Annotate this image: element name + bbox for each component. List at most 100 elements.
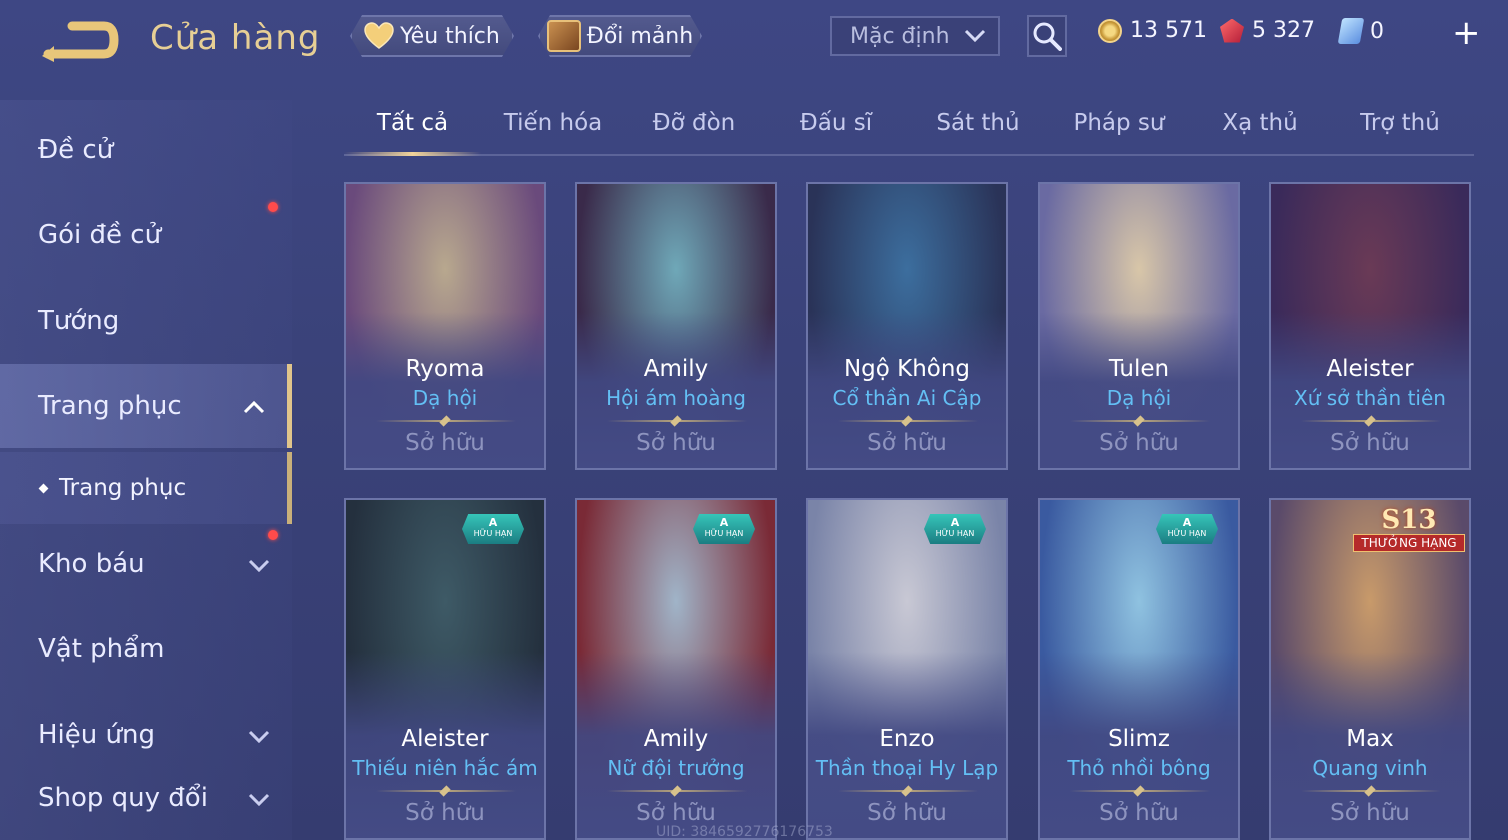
sidebar-item-label: Tướng <box>38 306 120 336</box>
hero-name: Amily <box>643 356 709 382</box>
skin-name: Nữ đội trưởng <box>607 756 745 780</box>
card-divider <box>1301 420 1441 422</box>
sidebar-item-recommended-packs[interactable]: Gói đề cử <box>0 193 292 277</box>
card-divider <box>1070 420 1210 422</box>
card-divider <box>1301 790 1441 792</box>
sidebar-item-label: Kho báu <box>38 549 145 579</box>
owned-status: Sở hữu <box>1330 430 1410 456</box>
skin-name: Cổ thần Ai Cập <box>832 386 982 410</box>
hero-name: Aleister <box>1326 356 1414 382</box>
sidebar-item-label: Shop quy đổi <box>38 783 208 813</box>
skin-card[interactable]: Aleister Xứ sở thần tiên Sở hữu <box>1269 182 1471 470</box>
heart-icon <box>364 22 394 50</box>
owned-status: Sở hữu <box>636 800 716 826</box>
card-divider <box>376 790 516 792</box>
sidebar-item-label: Trang phục <box>38 391 182 421</box>
back-arrow-icon[interactable] <box>38 16 120 64</box>
skin-card[interactable]: Slimz Thỏ nhồi bông Sở hữu A HỮU HẠN <box>1038 498 1240 840</box>
owned-status: Sở hữu <box>405 800 485 826</box>
hero-name: Slimz <box>1108 726 1170 752</box>
skin-card[interactable]: Amily Nữ đội trưởng Sở hữu A HỮU HẠN <box>575 498 777 840</box>
skin-card[interactable]: Tulen Dạ hội Sở hữu <box>1038 182 1240 470</box>
skin-name: Hội ám hoàng <box>606 386 746 410</box>
tab-all[interactable]: Tất cả <box>344 110 481 154</box>
owned-status: Sở hữu <box>867 430 947 456</box>
page-title: Cửa hàng <box>150 18 321 58</box>
tab-fighter[interactable]: Đấu sĩ <box>768 110 904 154</box>
ticket-icon <box>1337 18 1365 44</box>
sidebar-item-treasure[interactable]: Kho báu <box>0 522 292 606</box>
owned-status: Sở hữu <box>867 800 947 826</box>
ruby-currency: 5 327 <box>1220 18 1315 43</box>
owned-status: Sở hữu <box>1099 430 1179 456</box>
sidebar-item-items[interactable]: Vật phẩm <box>0 607 292 691</box>
skin-name: Thiếu niên hắc ám <box>352 756 538 780</box>
sidebar-subitem-skins[interactable]: Trang phục <box>0 452 292 524</box>
skin-name: Dạ hội <box>1106 386 1172 410</box>
shard-exchange-button[interactable]: Đổi mảnh <box>538 15 702 57</box>
chest-icon <box>547 20 581 52</box>
skin-card[interactable]: Amily Hội ám hoàng Sở hữu <box>575 182 777 470</box>
sidebar-item-heroes[interactable]: Tướng <box>0 279 292 363</box>
skin-name: Xứ sở thần tiên <box>1294 386 1446 410</box>
owned-status: Sở hữu <box>405 430 485 456</box>
tier-letter: A <box>488 516 498 529</box>
notification-dot <box>268 530 278 540</box>
skin-card[interactable]: Enzo Thần thoại Hy Lạp Sở hữu A HỮU HẠN <box>806 498 1008 840</box>
sort-dropdown[interactable]: Mặc định <box>830 16 1000 56</box>
limited-label: HỮU HẠN <box>1167 529 1207 538</box>
search-button[interactable] <box>1027 15 1067 57</box>
skin-card[interactable]: Ngộ Không Cổ thần Ai Cập Sở hữu <box>806 182 1008 470</box>
chevron-down-icon <box>248 793 270 806</box>
gold-coin-icon <box>1098 18 1122 43</box>
active-tab-indicator <box>344 152 481 156</box>
ruby-icon <box>1220 18 1244 43</box>
sort-value: Mặc định <box>850 23 950 49</box>
tab-evolution[interactable]: Tiến hóa <box>486 110 620 154</box>
sidebar-item-skins[interactable]: Trang phục <box>0 364 292 448</box>
sidebar-item-exchange-shop[interactable]: Shop quy đổi <box>0 756 292 840</box>
sidebar-item-label: Hiệu ứng <box>38 720 155 750</box>
skin-card[interactable]: Aleister Thiếu niên hắc ám Sở hữu A HỮU HẠN <box>344 498 546 840</box>
card-divider <box>376 420 516 422</box>
tab-assassin[interactable]: Sát thủ <box>910 110 1046 154</box>
gold-currency: 13 571 <box>1098 18 1207 43</box>
limited-tier-badge: A HỮU HẠN <box>693 514 755 544</box>
limited-tier-badge: A HỮU HẠN <box>924 514 986 544</box>
favorite-label: Yêu thích <box>400 23 500 49</box>
owned-status: Sở hữu <box>636 430 716 456</box>
skin-card[interactable]: Max Quang vinh Sở hữu S13 THƯỞNG HẠNG <box>1269 498 1471 840</box>
sidebar-item-recommended[interactable]: Đề cử <box>0 108 292 192</box>
tab-mage[interactable]: Pháp sư <box>1050 110 1188 154</box>
favorite-button[interactable]: Yêu thích <box>350 15 514 57</box>
top-bar: Cửa hàng Yêu thích Đổi mảnh Mặc định 13 … <box>0 0 1508 80</box>
card-divider <box>607 790 747 792</box>
skin-name: Thần thoại Hy Lạp <box>815 756 999 780</box>
skin-name: Thỏ nhồi bông <box>1067 756 1211 780</box>
shard-exchange-label: Đổi mảnh <box>586 23 694 49</box>
tab-marksman[interactable]: Xạ thủ <box>1192 110 1328 154</box>
hero-name: Aleister <box>401 726 489 752</box>
season-label: S13 <box>1381 505 1437 535</box>
season-reward-badge: S13 THƯỞNG HẠNG <box>1353 506 1465 554</box>
gold-amount: 13 571 <box>1130 18 1207 43</box>
limited-label: HỮU HẠN <box>473 529 513 538</box>
tab-support[interactable]: Trợ thủ <box>1332 110 1468 154</box>
sidebar-item-label: Gói đề cử <box>38 220 162 250</box>
chevron-down-icon <box>964 29 986 43</box>
uid-watermark: UID: 3846592776176753 <box>656 824 833 840</box>
card-divider <box>1070 790 1210 792</box>
add-currency-button[interactable]: + <box>1452 16 1482 50</box>
ruby-amount: 5 327 <box>1252 18 1315 43</box>
skin-name: Quang vinh <box>1312 756 1428 780</box>
notification-dot <box>268 202 278 212</box>
limited-tier-badge: A HỮU HẠN <box>462 514 524 544</box>
hero-name: Max <box>1346 726 1394 752</box>
skin-card[interactable]: Ryoma Dạ hội Sở hữu <box>344 182 546 470</box>
tier-letter: A <box>950 516 960 529</box>
tier-letter: A <box>1182 516 1192 529</box>
skin-name: Dạ hội <box>412 386 478 410</box>
rank-reward-label: THƯỞNG HẠNG <box>1353 534 1465 552</box>
sidebar-item-label: Vật phẩm <box>38 634 165 664</box>
tab-tank[interactable]: Đỡ đòn <box>626 110 762 154</box>
